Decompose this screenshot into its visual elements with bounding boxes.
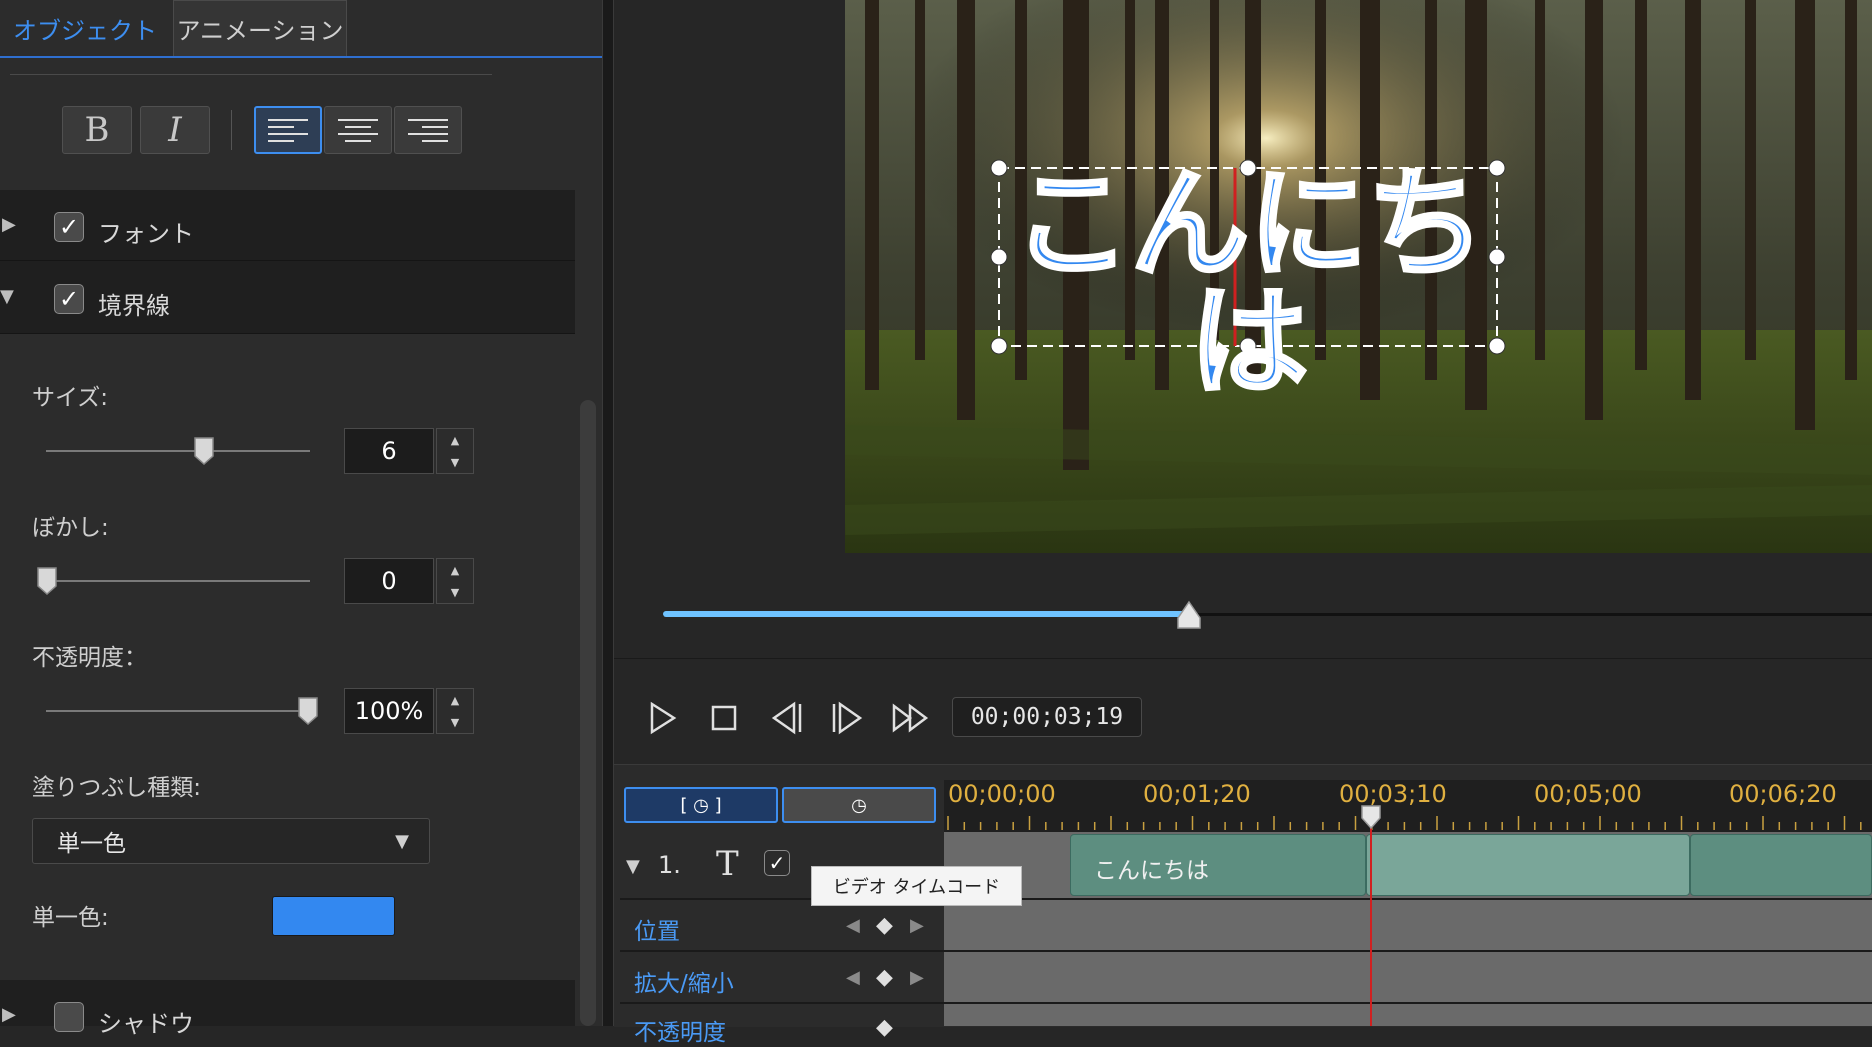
size-value-field[interactable]: 6 [344, 428, 434, 474]
opacity-slider-thumb[interactable] [297, 696, 319, 726]
row-divider [620, 950, 1872, 952]
section-border-label: 境界線 [98, 292, 170, 320]
size-slider-thumb[interactable] [193, 436, 215, 466]
up-arrow-icon[interactable]: ▲ [451, 694, 459, 707]
align-right-button[interactable] [394, 106, 462, 154]
play-icon[interactable] [642, 698, 682, 738]
fill-type-value: 単一色 [57, 831, 126, 857]
up-arrow-icon[interactable]: ▲ [451, 434, 459, 447]
prev-keyframe-icon[interactable]: ◀ [846, 967, 860, 988]
blur-stepper[interactable]: ▲ ▼ [436, 558, 474, 604]
shadow-checkbox[interactable] [54, 1002, 84, 1032]
blur-label: ぼかし: [32, 515, 109, 541]
keyframe-icon[interactable]: ◆ [876, 965, 893, 990]
up-arrow-icon[interactable]: ▲ [451, 564, 459, 577]
section-font-label: フォント [98, 220, 194, 248]
align-left-icon [268, 118, 308, 142]
font-checkbox[interactable]: ✓ [54, 212, 84, 242]
size-stepper[interactable]: ▲ ▼ [436, 428, 474, 474]
scrubber-progress [663, 611, 1188, 617]
ruler-ticks [947, 816, 1862, 830]
scale-row-label[interactable]: 拡大/縮小 [634, 964, 734, 998]
down-arrow-icon[interactable]: ▼ [451, 716, 459, 729]
text-clip-segment[interactable] [1690, 834, 1872, 896]
section-shadow[interactable] [0, 980, 575, 1026]
scrollbar-thumb[interactable] [580, 400, 596, 1026]
chevron-down-icon: ▼ [395, 830, 409, 852]
ruler-label: 00;05;00 [1534, 780, 1642, 808]
text-track-icon: T [716, 844, 739, 884]
opacity-row-label[interactable]: 不透明度 [634, 1013, 726, 1047]
fill-type-label: 塗りつぶし種類: [32, 775, 201, 801]
timecode-range-button[interactable]: [ ◷ ] [624, 787, 778, 823]
divider [10, 74, 492, 75]
divider [614, 658, 1872, 659]
stop-icon[interactable] [704, 698, 744, 738]
fast-forward-icon[interactable] [890, 698, 930, 738]
expand-arrow-icon[interactable]: ▶ [2, 214, 16, 235]
color-swatch[interactable] [272, 896, 395, 936]
track-visible-checkbox[interactable]: ✓ [764, 850, 790, 876]
section-border[interactable] [0, 261, 575, 334]
clock-icon: ◷ [851, 794, 867, 816]
next-frame-icon[interactable] [828, 698, 868, 738]
row-divider [620, 898, 1872, 900]
collapse-arrow-icon[interactable]: ▼ [0, 286, 14, 307]
position-row-label[interactable]: 位置 [634, 912, 680, 946]
clock-bracket-icon: [ ◷ ] [680, 794, 722, 816]
playhead-line[interactable] [1370, 810, 1372, 1026]
expand-arrow-icon[interactable]: ▶ [2, 1004, 16, 1025]
blur-value-field[interactable]: 0 [344, 558, 434, 604]
down-arrow-icon[interactable]: ▼ [451, 456, 459, 469]
opacity-value-field[interactable]: 100% [344, 688, 434, 734]
tab-animation[interactable]: アニメーション [173, 0, 347, 56]
align-center-button[interactable] [324, 106, 392, 154]
tooltip: ビデオ タイムコード [811, 866, 1022, 906]
tab-object[interactable]: オブジェクト [0, 0, 170, 56]
ruler-label: 00;01;20 [1143, 780, 1251, 808]
divider [231, 110, 232, 150]
next-keyframe-icon[interactable]: ▶ [910, 967, 924, 988]
section-shadow-label: シャドウ [98, 1010, 194, 1038]
italic-button[interactable]: I [140, 106, 210, 154]
align-right-icon [408, 118, 448, 142]
bold-button[interactable]: B [62, 106, 132, 154]
opacity-stepper[interactable]: ▲ ▼ [436, 688, 474, 734]
blur-slider-track[interactable] [46, 580, 310, 582]
fill-type-select[interactable]: 単一色 ▼ [32, 818, 430, 864]
text-clip-segment[interactable] [1366, 834, 1690, 896]
blur-slider-thumb[interactable] [36, 566, 58, 596]
border-checkbox[interactable]: ✓ [54, 284, 84, 314]
clip-label: こんにちは [1094, 858, 1209, 884]
prev-keyframe-icon[interactable]: ◀ [846, 915, 860, 936]
track-number: 1. [658, 851, 681, 879]
preview-title-text[interactable]: こんにちは [1000, 163, 1498, 403]
align-center-icon [338, 118, 378, 142]
down-arrow-icon[interactable]: ▼ [451, 586, 459, 599]
ruler-label: 00;00;00 [948, 780, 1056, 808]
opacity-slider-track[interactable] [46, 710, 310, 712]
scrubber-thumb[interactable] [1176, 600, 1202, 630]
section-font[interactable] [0, 190, 575, 261]
next-keyframe-icon[interactable]: ▶ [910, 915, 924, 936]
size-slider-track[interactable] [46, 450, 310, 452]
keyframe-icon[interactable]: ◆ [876, 913, 893, 938]
align-left-button[interactable] [254, 106, 322, 154]
ruler-label: 00;06;20 [1729, 780, 1837, 808]
row-divider [620, 1002, 1872, 1004]
collapse-arrow-icon[interactable]: ▼ [626, 856, 640, 877]
tab-underline [0, 56, 602, 58]
panel-splitter[interactable] [602, 0, 614, 1026]
previous-frame-icon[interactable] [766, 698, 806, 738]
solid-color-label: 単一色: [32, 905, 109, 931]
timecode-display[interactable]: 00;00;03;19 [952, 697, 1142, 737]
opacity-label: 不透明度： [32, 645, 147, 671]
timecode-mode-button[interactable]: ◷ [782, 787, 936, 823]
playhead-handle[interactable] [1360, 804, 1382, 830]
ruler-label: 00;03;10 [1339, 780, 1447, 808]
keyframe-icon[interactable]: ◆ [876, 1015, 893, 1040]
size-label: サイズ: [32, 385, 109, 411]
